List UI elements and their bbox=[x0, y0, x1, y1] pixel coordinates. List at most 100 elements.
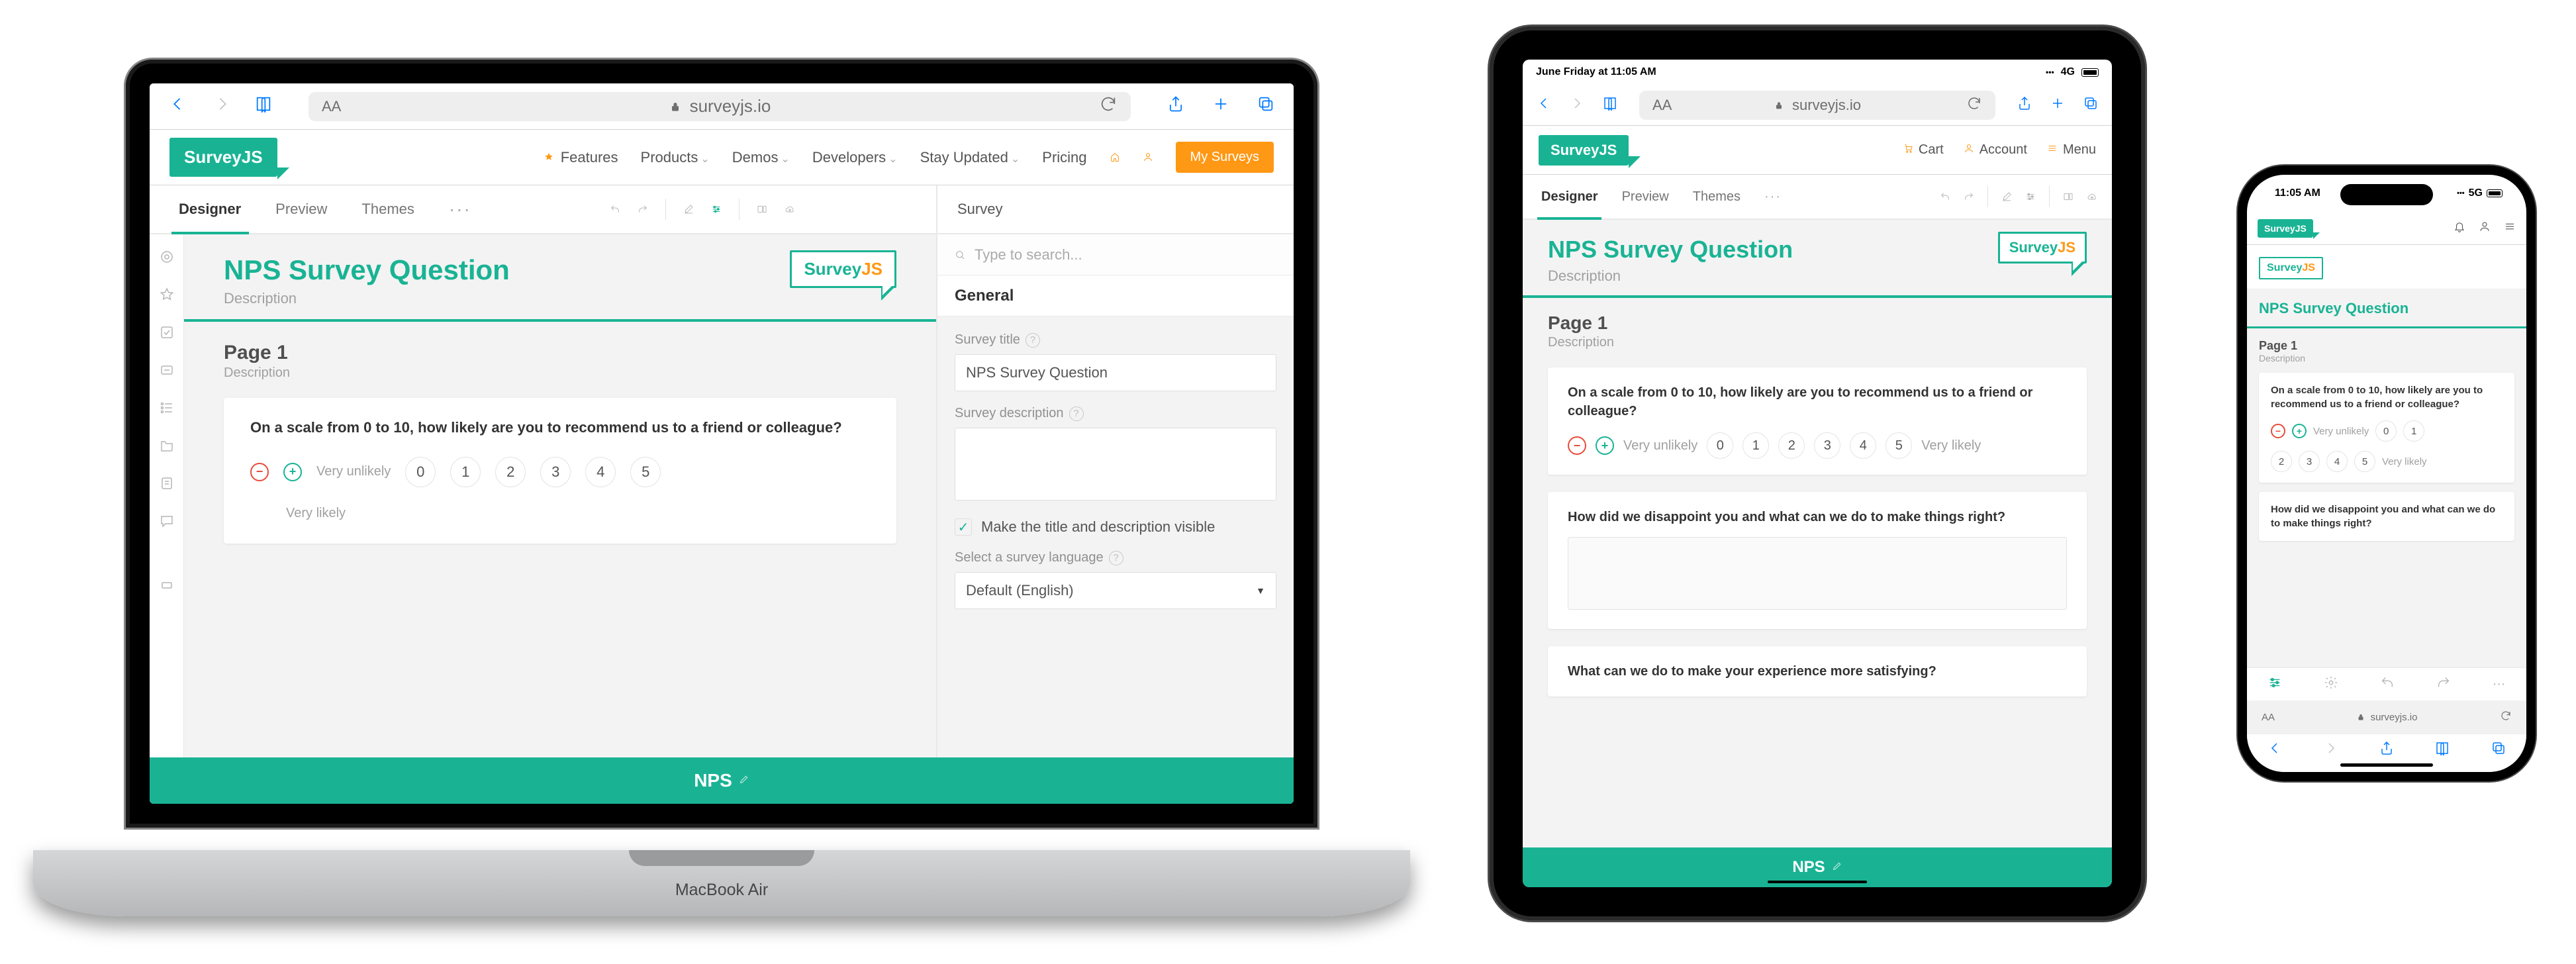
question-text[interactable]: On a scale from 0 to 10, how likely are … bbox=[250, 418, 870, 438]
survey-title-input[interactable] bbox=[955, 354, 1276, 391]
properties-section-general[interactable]: General bbox=[937, 275, 1294, 316]
back-button[interactable] bbox=[2267, 740, 2283, 761]
share-button[interactable] bbox=[2017, 95, 2032, 115]
question-text[interactable]: How did we disappoint you and what can w… bbox=[2271, 503, 2503, 530]
rating-option[interactable]: 3 bbox=[1814, 432, 1840, 459]
properties-search[interactable]: Type to search... bbox=[937, 234, 1294, 275]
save-button[interactable] bbox=[785, 204, 795, 215]
forward-button[interactable] bbox=[2323, 740, 2339, 761]
rating-remove-button[interactable]: − bbox=[1568, 436, 1586, 455]
nav-account[interactable]: Account bbox=[1980, 142, 2027, 158]
preview-layout-button[interactable] bbox=[757, 204, 767, 215]
rating-option[interactable]: 3 bbox=[2299, 451, 2320, 472]
new-tab-button[interactable] bbox=[2050, 95, 2066, 115]
nav-features[interactable]: Features bbox=[561, 149, 618, 166]
rating-option[interactable]: 1 bbox=[1742, 432, 1769, 459]
rating-add-button[interactable]: + bbox=[1596, 436, 1614, 455]
bell-icon[interactable] bbox=[2454, 220, 2465, 236]
survey-logo[interactable]: SurveyJS bbox=[2259, 257, 2323, 279]
clear-button[interactable] bbox=[683, 204, 694, 215]
comment-input[interactable] bbox=[1568, 537, 2067, 610]
max-label[interactable]: Very likely bbox=[1921, 438, 1981, 454]
rating-option[interactable]: 1 bbox=[2403, 420, 2424, 442]
pencil-icon[interactable] bbox=[1832, 861, 1842, 875]
share-button[interactable] bbox=[1167, 95, 1185, 118]
hint-icon[interactable]: ? bbox=[1109, 551, 1123, 565]
new-tab-button[interactable] bbox=[1212, 95, 1230, 118]
question-card[interactable]: On a scale from 0 to 10, how likely are … bbox=[2259, 373, 2514, 483]
rating-option[interactable]: 0 bbox=[1707, 432, 1733, 459]
rating-option[interactable]: 2 bbox=[1778, 432, 1805, 459]
cart-icon[interactable] bbox=[1110, 149, 1120, 166]
rating-remove-button[interactable]: − bbox=[250, 463, 269, 481]
nav-products[interactable]: Products⌄ bbox=[641, 149, 710, 166]
menu-icon[interactable] bbox=[2504, 220, 2516, 236]
rating-option[interactable]: 5 bbox=[630, 457, 661, 487]
rating-option[interactable]: 5 bbox=[2354, 451, 2375, 472]
nav-stay-updated[interactable]: Stay Updated⌄ bbox=[920, 149, 1020, 166]
toolbox-folder-icon[interactable] bbox=[159, 438, 175, 457]
tab-preview[interactable]: Preview bbox=[258, 185, 344, 233]
page-title[interactable]: Page 1 bbox=[224, 342, 896, 364]
account-icon[interactable] bbox=[2479, 220, 2491, 236]
page-navigator[interactable]: NPS bbox=[1523, 847, 2112, 887]
survey-title[interactable]: NPS Survey Question bbox=[2259, 300, 2514, 317]
rating-option[interactable]: 4 bbox=[585, 457, 616, 487]
more-button[interactable]: ··· bbox=[2493, 677, 2506, 692]
pencil-icon[interactable] bbox=[739, 774, 749, 788]
rating-option[interactable]: 0 bbox=[2375, 420, 2397, 442]
surveyjs-logo[interactable]: SurveyJS bbox=[169, 138, 277, 177]
rating-option[interactable]: 4 bbox=[1850, 432, 1876, 459]
toolbox-comment-icon[interactable] bbox=[159, 513, 175, 532]
settings-button[interactable] bbox=[2025, 191, 2036, 202]
survey-description[interactable]: Description bbox=[1548, 267, 1793, 285]
redo-button[interactable] bbox=[2436, 675, 2451, 693]
save-button[interactable] bbox=[2087, 191, 2097, 202]
question-text[interactable]: How did we disappoint you and what can w… bbox=[1568, 508, 2067, 526]
nav-cart[interactable]: Cart bbox=[1919, 142, 1944, 158]
my-surveys-button[interactable]: My Surveys bbox=[1176, 142, 1274, 173]
page-description[interactable]: Description bbox=[2259, 353, 2514, 363]
title-visible-checkbox[interactable]: ✓ Make the title and description visible bbox=[955, 518, 1276, 536]
nav-menu[interactable]: Menu bbox=[2063, 142, 2096, 158]
toolbox-text-icon[interactable] bbox=[159, 362, 175, 381]
undo-button[interactable] bbox=[610, 204, 620, 215]
address-bar[interactable]: AA surveyjs.io bbox=[309, 92, 1131, 121]
toolbox-list-icon[interactable] bbox=[159, 400, 175, 419]
survey-description[interactable]: Description bbox=[224, 290, 510, 307]
survey-description-input[interactable] bbox=[955, 428, 1276, 501]
min-label[interactable]: Very unlikely bbox=[1623, 438, 1697, 454]
toolbox-button[interactable] bbox=[2267, 675, 2282, 693]
text-size-button[interactable]: AA bbox=[1652, 97, 1672, 114]
rating-option[interactable]: 4 bbox=[2326, 451, 2348, 472]
hint-icon[interactable]: ? bbox=[1069, 407, 1084, 421]
back-button[interactable] bbox=[1536, 95, 1552, 115]
rating-add-button[interactable]: + bbox=[283, 463, 302, 481]
tab-more[interactable]: ··· bbox=[1752, 175, 1793, 218]
undo-button[interactable] bbox=[2380, 675, 2395, 693]
refresh-button[interactable] bbox=[1099, 95, 1118, 118]
tab-themes[interactable]: Themes bbox=[344, 185, 431, 233]
survey-title[interactable]: NPS Survey Question bbox=[224, 254, 510, 286]
question-card[interactable]: What can we do to make your experience m… bbox=[1548, 646, 2087, 697]
page-description[interactable]: Description bbox=[1548, 335, 2087, 350]
page-navigator[interactable]: NPS bbox=[150, 757, 1294, 804]
question-text[interactable]: On a scale from 0 to 10, how likely are … bbox=[1568, 383, 2067, 420]
question-card[interactable]: On a scale from 0 to 10, how likely are … bbox=[1548, 367, 2087, 475]
sidebar-icon[interactable] bbox=[254, 95, 273, 118]
rating-option[interactable]: 3 bbox=[540, 457, 571, 487]
settings-button[interactable] bbox=[711, 204, 722, 215]
survey-header[interactable]: NPS Survey Question Description SurveyJS bbox=[184, 234, 936, 322]
text-size-button[interactable]: AA bbox=[322, 98, 341, 115]
toolbox-note-icon[interactable] bbox=[159, 475, 175, 495]
rating-remove-button[interactable]: − bbox=[2271, 424, 2285, 438]
rating-option[interactable]: 2 bbox=[495, 457, 526, 487]
settings-button[interactable] bbox=[2324, 675, 2338, 693]
rating-option[interactable]: 1 bbox=[450, 457, 481, 487]
rating-option[interactable]: 2 bbox=[2271, 451, 2292, 472]
toolbox-target-icon[interactable] bbox=[159, 249, 175, 268]
tabs-button[interactable] bbox=[2491, 740, 2506, 761]
tab-more[interactable]: ··· bbox=[432, 185, 489, 233]
survey-logo[interactable]: SurveyJS bbox=[1998, 232, 2087, 264]
tabs-button[interactable] bbox=[1257, 95, 1275, 118]
